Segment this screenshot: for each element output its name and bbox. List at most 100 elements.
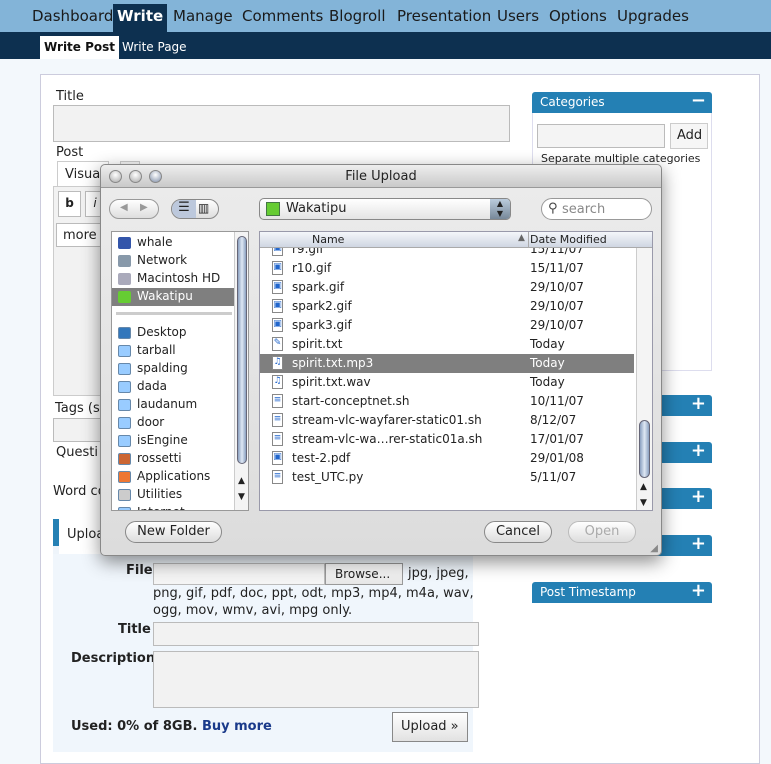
- dialog-title: File Upload: [345, 169, 417, 184]
- back-arrow-icon[interactable]: ◀: [120, 202, 128, 213]
- location-popup[interactable]: Wakatipu ▲ ▼: [259, 198, 511, 220]
- file-list: Name ▲ Date Modified ▣r8.gif15/11/07▣r9.…: [259, 231, 653, 511]
- browse-button[interactable]: Browse...: [325, 563, 403, 585]
- file-row[interactable]: ≡ stream-vlc-wayfarer-static01.sh 8/12/07: [260, 411, 634, 430]
- sidebar-item-whale[interactable]: whale: [112, 234, 236, 252]
- file-row[interactable]: ▣ r10.gif 15/11/07: [260, 259, 634, 278]
- file-date: 5/11/07: [530, 470, 577, 484]
- zoom-window-button[interactable]: [149, 170, 162, 183]
- sidebar-item-label: tarball: [137, 343, 176, 357]
- file-name: spark2.gif: [292, 299, 352, 313]
- description-input[interactable]: [153, 651, 479, 708]
- file-date: 8/12/07: [530, 413, 577, 427]
- scroll-up-arrow[interactable]: ▲: [238, 476, 245, 486]
- expand-icon[interactable]: +: [691, 580, 706, 601]
- file-row[interactable]: ≡ stream-vlc-wa…rer-static01a.sh 17/01/07: [260, 430, 634, 449]
- sidebar-item-network[interactable]: Network: [112, 252, 236, 270]
- bold-button[interactable]: b: [58, 191, 81, 217]
- minimize-window-button[interactable]: [129, 170, 142, 183]
- collapse-icon[interactable]: −: [691, 90, 706, 111]
- view-mode-buttons[interactable]: ☰ ▥: [171, 199, 219, 219]
- file-row[interactable]: ♫ spirit.txt.mp3 Today: [260, 354, 634, 373]
- more-button[interactable]: more: [56, 223, 104, 247]
- editor-area[interactable]: [53, 186, 103, 396]
- nav-item-dashboard[interactable]: Dashboard: [32, 7, 113, 25]
- file-list-header: Name ▲ Date Modified: [260, 232, 652, 248]
- search-field[interactable]: ⚲ search: [541, 198, 652, 220]
- scroll-thumb[interactable]: [639, 420, 650, 478]
- file-list-scrollbar[interactable]: ▲ ▼: [636, 248, 652, 510]
- script-icon: ≡: [272, 394, 283, 408]
- add-category-button[interactable]: Add: [670, 123, 708, 149]
- sidebar-item-door[interactable]: door: [112, 414, 236, 432]
- title-label: Title: [56, 89, 84, 104]
- nav-item-options[interactable]: Options: [549, 7, 607, 25]
- sidebar-item-applications[interactable]: Applications: [112, 468, 236, 486]
- buy-more-link[interactable]: Buy more: [202, 719, 272, 734]
- file-name: stream-vlc-wa…rer-static01a.sh: [292, 432, 483, 446]
- file-row[interactable]: ▣ spark.gif 29/10/07: [260, 278, 634, 297]
- resize-grip-icon[interactable]: ◢: [650, 543, 658, 554]
- column-view-icon[interactable]: ▥: [198, 201, 209, 215]
- scroll-down-arrow[interactable]: ▼: [640, 498, 647, 508]
- post-timestamp-header[interactable]: Post Timestamp +: [532, 580, 712, 603]
- expand-icon[interactable]: +: [691, 486, 706, 507]
- nav-item-presentation[interactable]: Presentation: [397, 7, 491, 25]
- name-column-header[interactable]: Name: [312, 233, 344, 246]
- title-input[interactable]: [53, 105, 510, 142]
- scroll-up-arrow[interactable]: ▲: [640, 482, 647, 492]
- file-row[interactable]: ✎ spirit.txt Today: [260, 335, 634, 354]
- file-row[interactable]: ▣ spark2.gif 29/10/07: [260, 297, 634, 316]
- file-row[interactable]: ▣ test-2.pdf 29/01/08: [260, 449, 634, 468]
- cancel-button[interactable]: Cancel: [484, 521, 552, 543]
- file-row[interactable]: ≡ start-conceptnet.sh 10/11/07: [260, 392, 634, 411]
- nav-item-write[interactable]: Write: [113, 4, 168, 32]
- expand-icon[interactable]: +: [691, 393, 706, 414]
- dialog-titlebar[interactable]: File Upload: [101, 165, 661, 188]
- sidebar-item-internet[interactable]: Internet: [112, 504, 236, 510]
- sidebar-scrollbar[interactable]: ▲ ▼: [234, 232, 248, 510]
- file-name: spirit.txt: [292, 337, 343, 351]
- nav-item-upgrades[interactable]: Upgrades: [617, 7, 689, 25]
- expand-icon[interactable]: +: [691, 440, 706, 461]
- list-view-icon[interactable]: ☰: [172, 200, 196, 218]
- nav-item-comments[interactable]: Comments: [242, 7, 323, 25]
- subnav-item-write-post[interactable]: Write Post: [40, 36, 120, 59]
- sidebar-item-label: rossetti: [137, 451, 182, 465]
- open-button[interactable]: Open: [568, 521, 636, 543]
- scroll-thumb[interactable]: [237, 236, 247, 464]
- close-window-button[interactable]: [109, 170, 122, 183]
- back-forward-buttons[interactable]: ◀ ▶: [109, 199, 159, 219]
- file-row[interactable]: ▣ spark3.gif 29/10/07: [260, 316, 634, 335]
- upload-button[interactable]: Upload »: [392, 712, 468, 742]
- sidebar-item-rossetti[interactable]: rossetti: [112, 450, 236, 468]
- upload-title-input[interactable]: [153, 622, 479, 646]
- sidebar-item-dada[interactable]: dada: [112, 378, 236, 396]
- sidebar-item-wakatipu[interactable]: Wakatipu: [112, 288, 236, 306]
- sidebar-item-laudanum[interactable]: laudanum: [112, 396, 236, 414]
- file-input[interactable]: [153, 563, 325, 585]
- subnav-item-write-page[interactable]: Write Page: [122, 40, 187, 54]
- folder-icon: [118, 399, 131, 411]
- sidebar-item-tarball[interactable]: tarball: [112, 342, 236, 360]
- categories-header[interactable]: Categories −: [532, 90, 712, 113]
- new-folder-button[interactable]: New Folder: [125, 521, 222, 543]
- sidebar-item-isengine[interactable]: isEngine: [112, 432, 236, 450]
- sidebar-item-label: Macintosh HD: [137, 271, 221, 285]
- sidebar-item-desktop[interactable]: Desktop: [112, 324, 236, 342]
- file-date: 15/11/07: [530, 261, 584, 275]
- file-row[interactable]: ♫ spirit.txt.wav Today: [260, 373, 634, 392]
- sidebar-item-utilities[interactable]: Utilities: [112, 486, 236, 504]
- new-category-input[interactable]: [537, 124, 665, 148]
- nav-item-users[interactable]: Users: [497, 7, 539, 25]
- sidebar-item-spalding[interactable]: spalding: [112, 360, 236, 378]
- desktop-icon: [118, 327, 131, 339]
- file-row[interactable]: ≡ test_UTC.py 5/11/07: [260, 468, 634, 487]
- expand-icon[interactable]: +: [691, 533, 706, 554]
- forward-arrow-icon[interactable]: ▶: [140, 202, 148, 213]
- nav-item-blogroll[interactable]: Blogroll: [329, 7, 386, 25]
- date-column-header[interactable]: Date Modified: [530, 233, 607, 246]
- sidebar-item-macintosh-hd[interactable]: Macintosh HD: [112, 270, 236, 288]
- scroll-down-arrow[interactable]: ▼: [238, 492, 245, 502]
- nav-item-manage[interactable]: Manage: [173, 7, 233, 25]
